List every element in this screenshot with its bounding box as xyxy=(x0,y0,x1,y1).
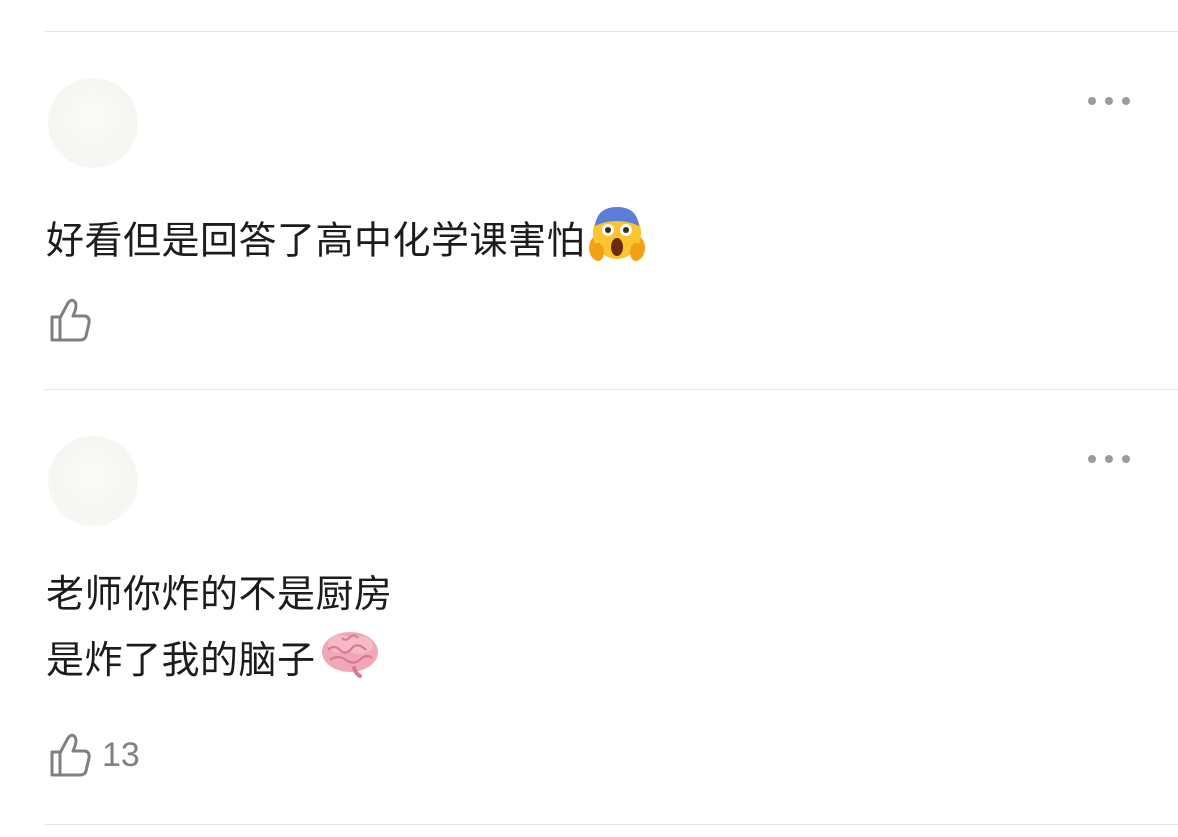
avatar[interactable] xyxy=(48,78,138,168)
divider-bottom xyxy=(45,824,1178,825)
thumbs-up-icon xyxy=(50,298,91,342)
face-screaming-in-fear-emoji xyxy=(589,204,646,282)
like-count: 13 xyxy=(102,736,140,774)
more-dots-icon xyxy=(1088,455,1096,463)
like-button[interactable]: 13 xyxy=(48,732,140,778)
thumbs-up-icon xyxy=(50,733,91,777)
comment-text: 好看但是回答了高中化学课害怕 xyxy=(46,204,646,282)
comment-text-line-2: 是炸了我的脑子 xyxy=(46,638,316,682)
brain-emoji xyxy=(320,628,380,698)
comment-text-line-1: 好看但是回答了高中化学课害怕 xyxy=(46,218,586,263)
like-button[interactable] xyxy=(48,297,102,343)
more-options-button[interactable] xyxy=(1088,454,1130,464)
more-options-button[interactable] xyxy=(1088,96,1130,106)
divider-middle xyxy=(45,389,1178,390)
divider-top xyxy=(45,31,1178,32)
more-dots-icon xyxy=(1088,97,1096,105)
comment-text: 老师你炸的不是厨房 是炸了我的脑子 xyxy=(46,561,393,698)
comment-text-line-1: 老师你炸的不是厨房 xyxy=(46,572,393,616)
avatar[interactable] xyxy=(48,436,138,526)
